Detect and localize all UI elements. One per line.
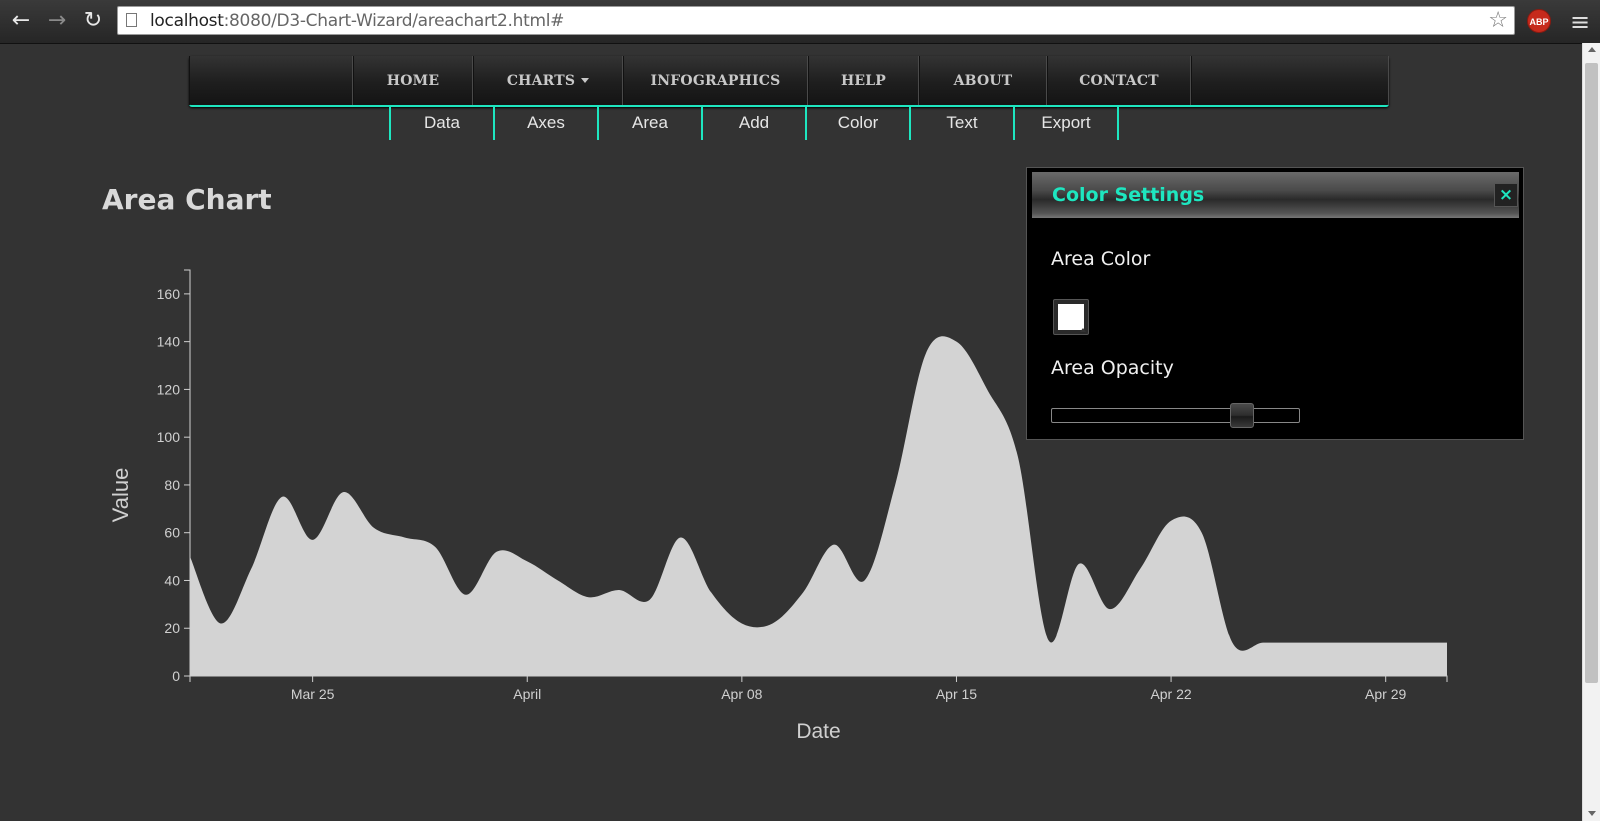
y-tick-label: 140 (157, 334, 181, 350)
page-icon (126, 13, 137, 27)
nav-blank-left (189, 56, 353, 105)
x-tick-label: Apr 22 (1150, 686, 1191, 702)
x-tick-label: Apr 15 (936, 686, 977, 702)
area-color-picker[interactable] (1053, 299, 1089, 335)
nav-infographics[interactable]: INFOGRAPHICS (623, 56, 808, 105)
y-tick-label: 100 (157, 429, 181, 445)
nav-contact[interactable]: CONTACT (1047, 56, 1191, 105)
x-axis: Mar 25 April Apr 08 Apr 15 Apr 22 Apr 29 (189, 675, 1448, 702)
area-opacity-label: Area Opacity (1051, 357, 1174, 379)
url-path: :8080/D3-Chart-Wizard/areachart2.html# (223, 11, 565, 31)
scroll-down-icon[interactable] (1588, 811, 1596, 816)
nav-about[interactable]: ABOUT (919, 56, 1047, 105)
x-tick-label: April (513, 686, 541, 702)
scroll-thumb[interactable] (1585, 63, 1598, 683)
main-navigation: HOME CHARTS INFOGRAPHICS HELP ABOUT CONT… (189, 56, 1389, 107)
nav-blank-right (1191, 56, 1389, 105)
color-swatch (1058, 304, 1084, 330)
nav-charts[interactable]: CHARTS (473, 56, 623, 105)
submenu-axes[interactable]: Axes (495, 106, 599, 140)
nav-home[interactable]: HOME (353, 56, 473, 105)
y-tick-label: 60 (164, 525, 180, 541)
area-opacity-slider[interactable] (1051, 403, 1300, 428)
page-title: Area Chart (102, 183, 272, 216)
close-icon[interactable]: × (1494, 183, 1518, 207)
browser-menu-icon[interactable]: ≡ (1570, 8, 1590, 36)
back-icon[interactable]: ← (8, 8, 34, 34)
y-tick-label: 80 (164, 477, 180, 493)
x-axis-line (189, 675, 1448, 682)
browser-toolbar: ← → ↻ localhost:8080/D3-Chart-Wizard/are… (0, 0, 1600, 44)
submenu-add[interactable]: Add (703, 106, 807, 140)
bookmark-star-icon[interactable]: ☆ (1488, 8, 1508, 33)
nav-help[interactable]: HELP (808, 56, 919, 105)
y-axis-line (184, 269, 191, 677)
scroll-up-icon[interactable] (1588, 47, 1596, 52)
forward-icon[interactable]: → (44, 8, 70, 34)
y-tick-label: 160 (157, 286, 181, 302)
x-tick-label: Mar 25 (291, 686, 335, 702)
submenu-export[interactable]: Export (1015, 106, 1119, 140)
url-text[interactable]: localhost:8080/D3-Chart-Wizard/areachart… (150, 11, 564, 31)
y-tick-label: 40 (164, 572, 180, 588)
x-tick-label: Apr 08 (721, 686, 762, 702)
panel-header[interactable]: Color Settings × (1032, 172, 1519, 218)
url-host: localhost (150, 11, 224, 31)
y-tick-label: 20 (164, 620, 180, 636)
address-bar[interactable]: localhost:8080/D3-Chart-Wizard/areachart… (117, 6, 1515, 35)
submenu-data[interactable]: Data (391, 106, 495, 140)
x-axis-label: Date (796, 720, 840, 743)
slider-handle[interactable] (1229, 403, 1254, 428)
submenu-text[interactable]: Text (911, 106, 1015, 140)
reload-icon[interactable]: ↻ (80, 8, 106, 34)
chart-submenu: Data Axes Area Add Color Text Export (389, 106, 1119, 140)
caret-down-icon (581, 78, 590, 83)
panel-title: Color Settings (1052, 184, 1205, 206)
submenu-color[interactable]: Color (807, 106, 911, 140)
area-color-label: Area Color (1051, 248, 1151, 270)
y-tick-label: 120 (157, 381, 181, 397)
y-axis: 0 20 40 60 80 100 120 140 160 (157, 269, 191, 684)
nav-charts-label: CHARTS (506, 72, 576, 89)
picker-arrow-icon (1080, 328, 1086, 332)
color-settings-panel: Color Settings × Area Color Area Opacity (1026, 167, 1524, 440)
y-axis-label: Value (108, 468, 133, 523)
adblock-icon[interactable]: ABP (1527, 9, 1551, 33)
submenu-area[interactable]: Area (599, 106, 703, 140)
x-tick-label: Apr 29 (1365, 686, 1406, 702)
page-scrollbar[interactable] (1582, 43, 1600, 821)
y-tick-label: 0 (172, 668, 180, 684)
